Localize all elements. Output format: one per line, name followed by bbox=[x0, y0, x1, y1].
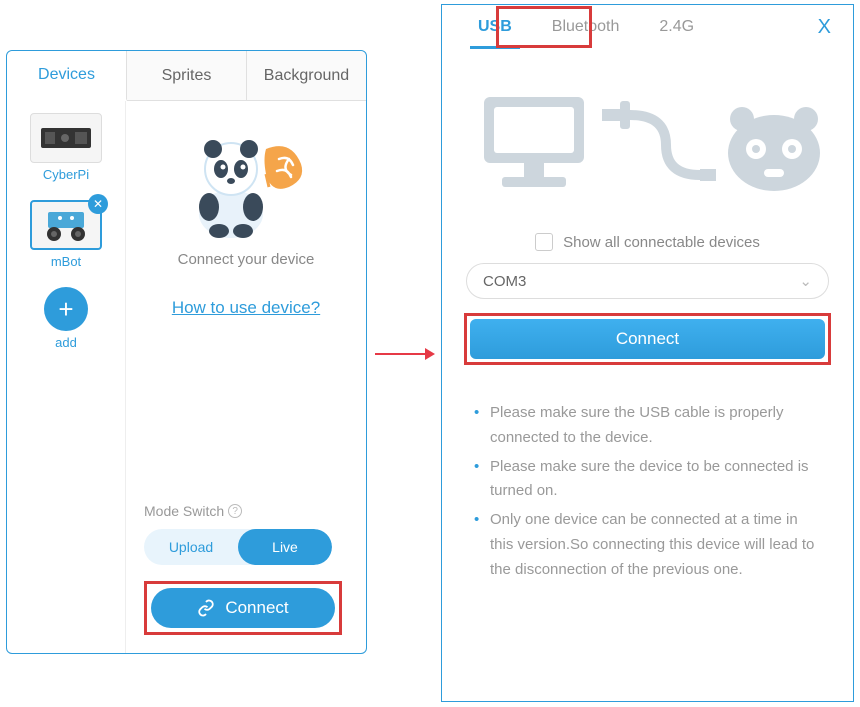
mode-label: Mode Switch ? bbox=[144, 503, 348, 519]
devices-body: CyberPi ✕ mBot + add bbox=[7, 101, 366, 653]
panel-tabs: Devices Sprites Background bbox=[7, 51, 366, 101]
connect-button[interactable]: Connect bbox=[151, 588, 335, 628]
connect-button-label: Connect bbox=[225, 598, 288, 618]
tab-devices[interactable]: Devices bbox=[7, 51, 127, 101]
connect-button-highlight: Connect bbox=[144, 581, 342, 635]
device-label: CyberPi bbox=[43, 167, 89, 182]
help-icon[interactable]: ? bbox=[228, 504, 242, 518]
device-item-add[interactable]: + add bbox=[26, 287, 106, 350]
device-item-cyberpi[interactable]: CyberPi bbox=[26, 113, 106, 182]
mode-switch: Upload Live bbox=[144, 529, 332, 565]
note-item: Please make sure the USB cable is proper… bbox=[470, 401, 825, 451]
connection-tabs: USB Bluetooth 2.4G X bbox=[442, 5, 853, 49]
device-list: CyberPi ✕ mBot + add bbox=[7, 101, 125, 653]
arrow-icon bbox=[375, 347, 435, 361]
connection-dialog: USB Bluetooth 2.4G X Show all connectabl… bbox=[441, 4, 854, 702]
tab-usb[interactable]: USB bbox=[458, 5, 532, 49]
showall-label: Show all connectable devices bbox=[563, 234, 760, 251]
close-icon[interactable]: X bbox=[812, 16, 837, 39]
mode-live[interactable]: Live bbox=[238, 529, 332, 565]
tab-background[interactable]: Background bbox=[247, 51, 366, 100]
device-main: Connect your device How to use device? M… bbox=[125, 101, 366, 653]
tab-sprites[interactable]: Sprites bbox=[127, 51, 247, 100]
mode-section: Mode Switch ? Upload Live Connect bbox=[138, 503, 354, 635]
connect-prompt: Connect your device bbox=[178, 251, 315, 268]
add-icon: + bbox=[44, 287, 88, 331]
tab-bluetooth[interactable]: Bluetooth bbox=[532, 5, 640, 49]
mode-upload[interactable]: Upload bbox=[144, 529, 238, 565]
remove-device-icon[interactable]: ✕ bbox=[88, 194, 108, 214]
port-select[interactable]: COM3 ⌄ bbox=[466, 263, 829, 299]
port-value: COM3 bbox=[483, 273, 526, 290]
panda-illustration bbox=[171, 119, 321, 239]
device-item-mbot[interactable]: ✕ mBot bbox=[26, 200, 106, 269]
link-icon bbox=[197, 599, 215, 617]
note-item: Please make sure the device to be connec… bbox=[470, 455, 825, 505]
dialog-connect-button[interactable]: Connect bbox=[470, 319, 825, 359]
device-panel: Devices Sprites Background CyberPi ✕ mBo… bbox=[6, 50, 367, 654]
dialog-connect-highlight: Connect bbox=[464, 313, 831, 365]
tab-24g[interactable]: 2.4G bbox=[639, 5, 714, 49]
notes-list: Please make sure the USB cable is proper… bbox=[470, 401, 825, 582]
device-label: add bbox=[55, 335, 77, 350]
showall-checkbox[interactable] bbox=[535, 233, 553, 251]
connection-diagram bbox=[466, 79, 829, 209]
note-item: Only one device can be connected at a ti… bbox=[470, 508, 825, 582]
device-thumb-mbot: ✕ bbox=[30, 200, 102, 250]
chevron-down-icon: ⌄ bbox=[799, 272, 812, 290]
device-thumb-cyberpi bbox=[30, 113, 102, 163]
mode-label-text: Mode Switch bbox=[144, 503, 224, 519]
showall-row: Show all connectable devices bbox=[442, 233, 853, 251]
device-label: mBot bbox=[51, 254, 81, 269]
howto-link[interactable]: How to use device? bbox=[172, 298, 320, 318]
